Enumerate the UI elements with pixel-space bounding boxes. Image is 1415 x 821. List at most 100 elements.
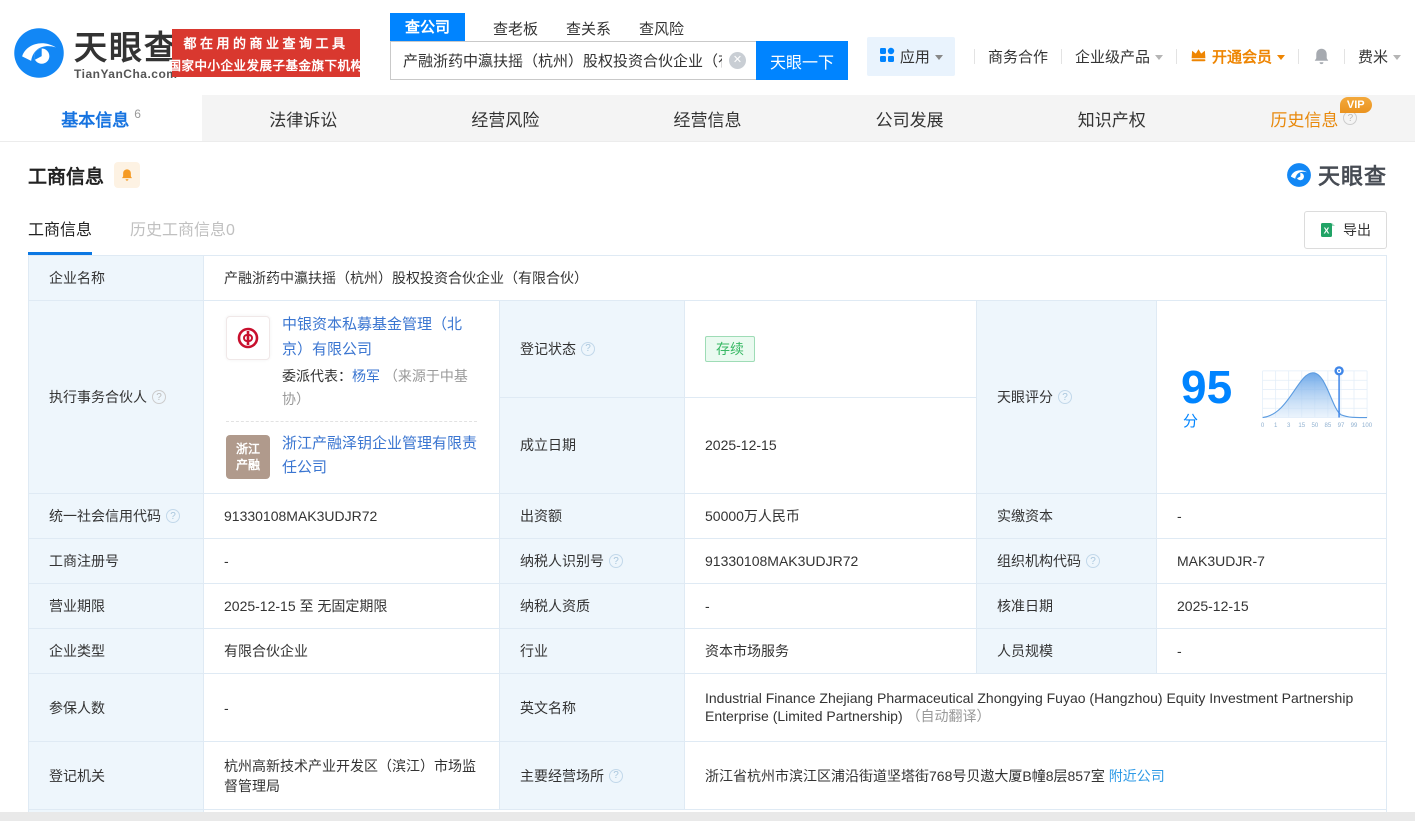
help-icon[interactable]: ? xyxy=(152,390,166,404)
approval-date-label: 核准日期 xyxy=(977,584,1157,629)
help-icon[interactable]: ? xyxy=(609,769,623,783)
tab-basic-info-count: 6 xyxy=(134,107,141,121)
score-distribution-chart: 0 1 3 15 50 85 97 99 100 xyxy=(1257,359,1376,435)
partner-item: 浙江 产融 浙江产融泽钥企业管理有限责任公司 xyxy=(226,432,477,482)
business-info-table: 企业名称 产融浙药中瀛扶摇（杭州）股权投资合伙企业（有限合伙） 执行事务合伙人 … xyxy=(28,255,1387,821)
company-type-value: 有限合伙企业 xyxy=(204,629,500,674)
help-icon[interactable]: ? xyxy=(1058,390,1072,404)
auto-translate-note: （自动翻译） xyxy=(907,708,991,724)
subtab-business-info[interactable]: 工商信息 xyxy=(28,216,92,255)
tab-basic-info[interactable]: 基本信息 6 xyxy=(0,95,202,141)
partner-company-link[interactable]: 浙江产融泽钥企业管理有限责任公司 xyxy=(282,435,477,477)
nearby-companies-link[interactable]: 附近公司 xyxy=(1109,768,1165,784)
partner-company-link[interactable]: 中银资本私募基金管理（北京）有限公司 xyxy=(282,316,462,358)
apps-menu[interactable]: 应用 xyxy=(867,37,955,76)
vip-crown-icon xyxy=(1190,46,1207,67)
credit-code-label: 统一社会信用代码 ? xyxy=(29,494,204,539)
promo-line2: 国家中小企业发展子基金旗下机构 xyxy=(169,55,364,74)
company-type-label: 企业类型 xyxy=(29,629,204,674)
bell-icon xyxy=(120,168,134,182)
search-button[interactable]: 天眼一下 xyxy=(756,41,848,80)
open-vip-label: 开通会员 xyxy=(1212,46,1272,67)
tab-legal-litigation[interactable]: 法律诉讼 xyxy=(202,95,404,141)
tianyancha-logo[interactable]: 天眼查 TianYanCha.com xyxy=(12,26,179,85)
executive-partner-cell: 中银资本私募基金管理（北京）有限公司 委派代表：杨军 （来源于中基协） 浙江 产… xyxy=(204,301,500,494)
table-row: 执行事务合伙人 ? 中银资本私募基金管理（北京）有限公司 xyxy=(29,301,1387,398)
clear-search-icon[interactable]: ✕ xyxy=(729,52,746,69)
table-row: 统一社会信用代码 ? 91330108MAK3UDJR72 出资额 50000万… xyxy=(29,494,1387,539)
site-header: 天眼查 TianYanCha.com 都在用的商业查询工具 国家中小企业发展子基… xyxy=(0,0,1415,95)
tab-operation-info[interactable]: 经营信息 xyxy=(606,95,808,141)
reg-number-label: 工商注册号 xyxy=(29,539,204,584)
user-account-menu[interactable]: 费米 xyxy=(1358,46,1401,67)
partner-item: 中银资本私募基金管理（北京）有限公司 委派代表：杨军 （来源于中基协） xyxy=(226,313,477,411)
rep-person-link[interactable]: 杨军 xyxy=(352,368,380,384)
org-code-value: MAK3UDJR-7 xyxy=(1157,539,1387,584)
svg-text:100: 100 xyxy=(1362,423,1373,429)
english-name-label: 英文名称 xyxy=(500,674,685,742)
notifications-bell[interactable] xyxy=(1312,47,1331,66)
reg-number-value: - xyxy=(204,539,500,584)
vip-badge: VIP xyxy=(1340,97,1372,113)
help-icon[interactable]: ? xyxy=(581,342,595,356)
menu-divider xyxy=(974,49,975,64)
svg-text:50: 50 xyxy=(1311,423,1318,429)
partner-logo-boc xyxy=(226,316,270,360)
tab-intellectual-property[interactable]: 知识产权 xyxy=(1011,95,1213,141)
company-name-label: 企业名称 xyxy=(29,256,204,301)
reg-status-label: 登记状态 ? xyxy=(500,301,685,398)
tab-operation-risk[interactable]: 经营风险 xyxy=(404,95,606,141)
help-icon[interactable]: ? xyxy=(1343,111,1357,125)
tab-history-info[interactable]: 历史信息 ? VIP xyxy=(1213,95,1415,141)
help-icon[interactable]: ? xyxy=(166,509,180,523)
open-vip-menu[interactable]: 开通会员 xyxy=(1190,46,1285,67)
credit-code-value: 91330108MAK3UDJR72 xyxy=(204,494,500,539)
search-tab-relation[interactable]: 查关系 xyxy=(566,18,611,41)
svg-text:1: 1 xyxy=(1274,423,1278,429)
table-row: 企业类型 有限合伙企业 行业 资本市场服务 人员规模 - xyxy=(29,629,1387,674)
table-row: 参保人数 - 英文名称 Industrial Finance Zhejiang … xyxy=(29,674,1387,742)
enterprise-products-label: 企业级产品 xyxy=(1075,46,1150,67)
industry-value: 资本市场服务 xyxy=(685,629,977,674)
tianyancha-watermark: 天眼查 xyxy=(1286,159,1387,191)
insured-count-value: - xyxy=(204,674,500,742)
taxpayer-quality-label: 纳税人资质 xyxy=(500,584,685,629)
menu-divider xyxy=(1061,49,1062,64)
chevron-down-icon xyxy=(1393,55,1401,60)
org-code-label: 组织机构代码 ? xyxy=(977,539,1157,584)
search-tab-risk[interactable]: 查风险 xyxy=(639,18,684,41)
company-search-input[interactable] xyxy=(390,41,756,80)
table-row: 营业期限 2025-12-15 至 无固定期限 纳税人资质 - 核准日期 202… xyxy=(29,584,1387,629)
staff-size-value: - xyxy=(1157,629,1387,674)
tab-company-development[interactable]: 公司发展 xyxy=(809,95,1011,141)
enterprise-products-menu[interactable]: 企业级产品 xyxy=(1075,46,1163,67)
chevron-down-icon xyxy=(1277,55,1285,60)
subtab-history-business-info[interactable]: 历史工商信息0 xyxy=(130,216,235,255)
username-label: 费米 xyxy=(1358,46,1388,67)
menu-divider xyxy=(1298,49,1299,64)
logo-domain-text: TianYanCha.com xyxy=(74,68,179,80)
apps-grid-icon xyxy=(879,47,895,67)
svg-text:99: 99 xyxy=(1350,423,1357,429)
english-name-cell: Industrial Finance Zhejiang Pharmaceutic… xyxy=(685,674,1387,742)
taxpayer-quality-value: - xyxy=(685,584,977,629)
search-tab-company[interactable]: 查公司 xyxy=(390,13,465,41)
section-title: 工商信息 xyxy=(28,162,104,189)
search-tab-boss[interactable]: 查老板 xyxy=(493,18,538,41)
export-button[interactable]: X 导出 xyxy=(1304,211,1387,249)
contribution-value: 50000万人民币 xyxy=(685,494,977,539)
reg-authority-label: 登记机关 xyxy=(29,742,204,810)
apps-label: 应用 xyxy=(900,46,930,67)
menu-divider xyxy=(1344,49,1345,64)
chevron-down-icon xyxy=(1155,55,1163,60)
status-badge: 存续 xyxy=(705,336,755,362)
reg-authority-value: 杭州高新技术产业开发区（滨江）市场监督管理局 xyxy=(204,742,500,810)
bottom-scrollbar-track[interactable] xyxy=(0,812,1415,821)
svg-text:X: X xyxy=(1324,226,1330,236)
insured-count-label: 参保人数 xyxy=(29,674,204,742)
business-cooperation-link[interactable]: 商务合作 xyxy=(988,46,1048,67)
subscribe-bell-button[interactable] xyxy=(114,162,140,188)
help-icon[interactable]: ? xyxy=(1086,554,1100,568)
help-icon[interactable]: ? xyxy=(609,554,623,568)
reg-status-cell: 存续 xyxy=(685,301,977,398)
